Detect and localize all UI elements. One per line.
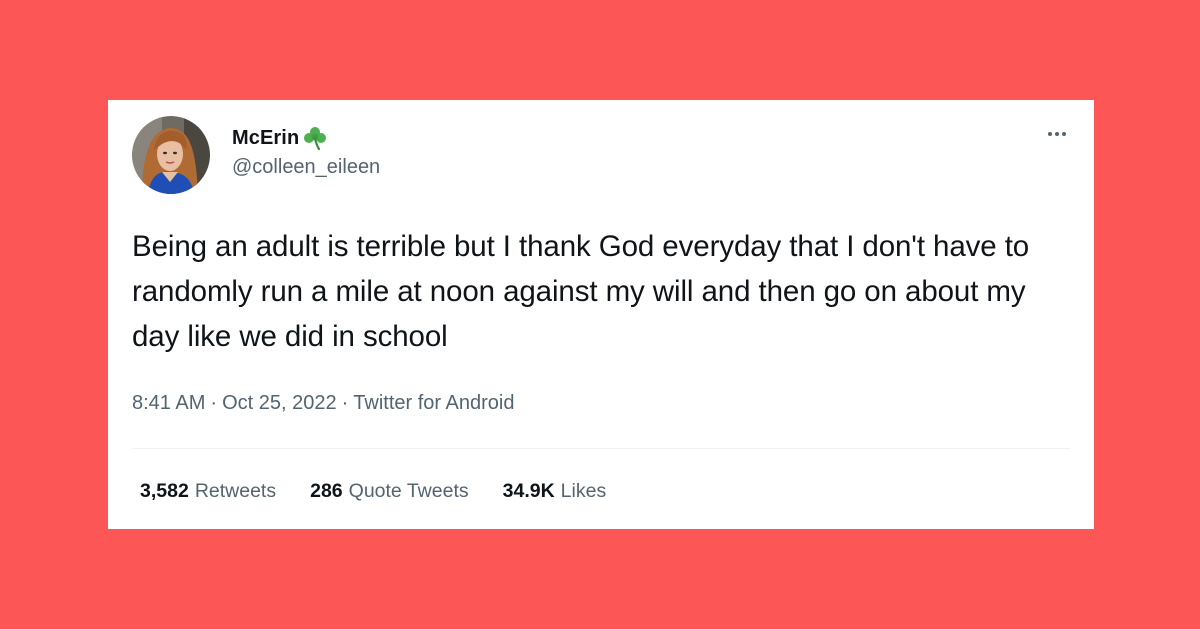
author-name-row[interactable]: McErin — [232, 124, 328, 152]
retweets-count: 3,582 — [140, 480, 189, 502]
tweet-source[interactable]: Twitter for Android — [353, 392, 514, 414]
tweet-card: McErin @colleen_eileen Being an adult is… — [108, 100, 1094, 529]
quote-tweets-count: 286 — [310, 480, 343, 502]
tweet-stats: 3,582 Retweets 286 Quote Tweets 34.9K Likes — [140, 480, 640, 503]
tweet-date[interactable]: Oct 25, 2022 — [222, 392, 337, 414]
more-dot-icon — [1062, 132, 1066, 136]
retweets-stat[interactable]: 3,582 Retweets — [140, 480, 276, 503]
meta-separator: · — [210, 392, 218, 414]
likes-label: Likes — [560, 480, 607, 502]
likes-stat[interactable]: 34.9K Likes — [503, 480, 607, 503]
stats-divider — [132, 448, 1070, 449]
tweet-metadata: 8:41 AM · Oct 25, 2022 · Twitter for Android — [132, 392, 514, 415]
more-dot-icon — [1055, 132, 1059, 136]
author-display-name[interactable]: McErin — [232, 127, 299, 150]
more-dot-icon — [1048, 132, 1052, 136]
avatar[interactable] — [132, 116, 210, 194]
meta-separator: · — [341, 392, 349, 414]
tweet-text: Being an adult is terrible but I thank G… — [132, 230, 1030, 353]
avatar-image — [132, 116, 210, 194]
likes-count: 34.9K — [502, 480, 555, 502]
author-handle[interactable]: @colleen_eileen — [232, 156, 380, 179]
shamrock-icon — [302, 125, 328, 151]
more-options-button[interactable] — [1042, 122, 1072, 146]
quote-tweets-stat[interactable]: 286 Quote Tweets — [310, 480, 469, 503]
tweet-time[interactable]: 8:41 AM — [132, 392, 205, 414]
quote-tweets-label: Quote Tweets — [348, 480, 469, 502]
retweets-label: Retweets — [194, 480, 277, 502]
